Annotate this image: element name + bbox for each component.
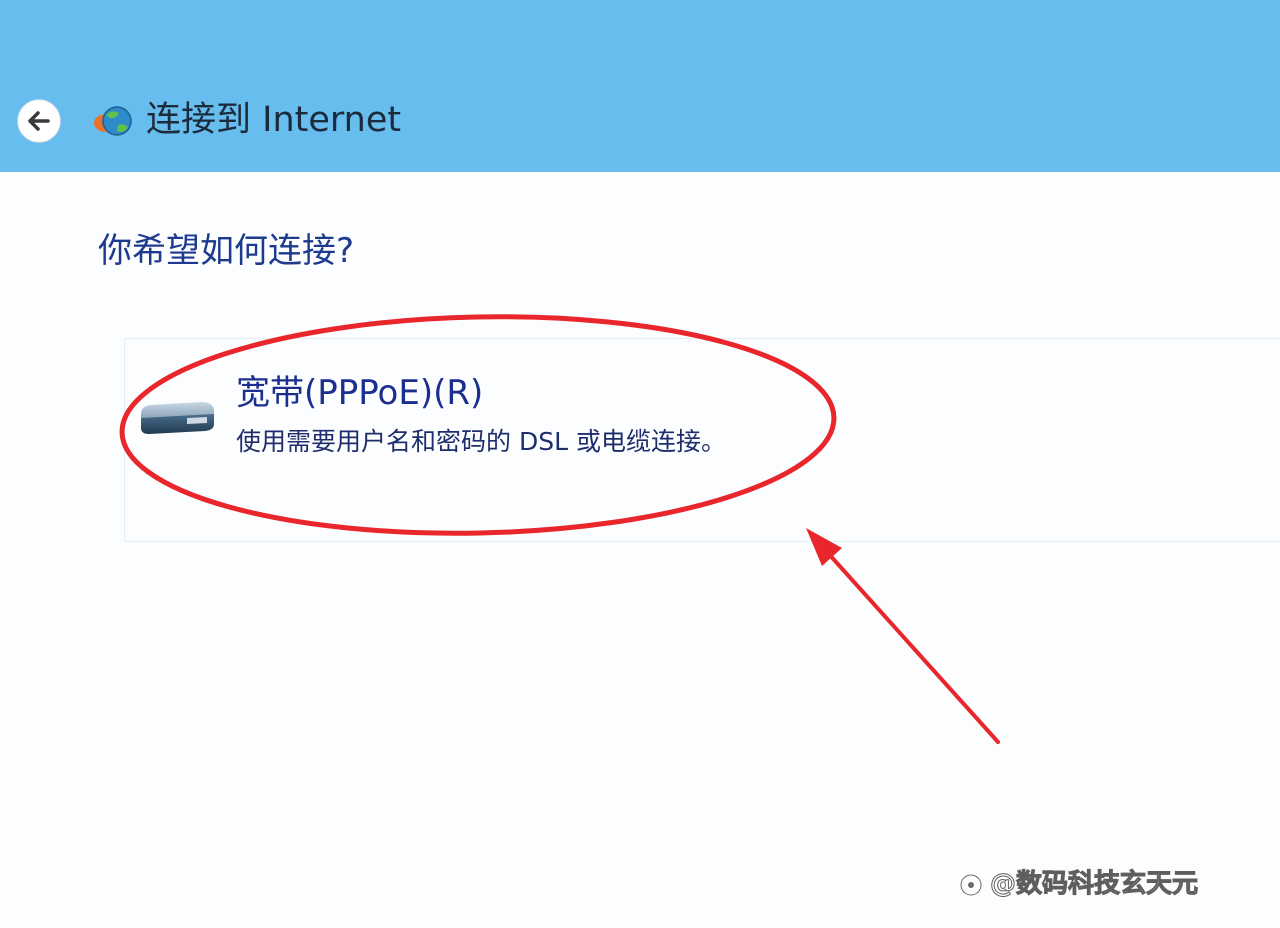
option-description: 使用需要用户名和密码的 DSL 或电缆连接。 <box>236 427 726 456</box>
network-globe-icon <box>94 106 132 136</box>
content-area <box>0 172 1280 928</box>
option-title: 宽带(PPPoE)(R) <box>236 373 484 413</box>
watermark-logo-icon <box>959 873 983 897</box>
broadband-modem-icon <box>141 402 214 434</box>
page-heading: 你希望如何连接? <box>98 231 355 271</box>
watermark-text: @数码科技玄天元 <box>989 869 1199 900</box>
title-bar <box>0 0 1280 172</box>
back-arrow-icon <box>28 111 50 131</box>
window-title: 连接到 Internet <box>146 100 402 140</box>
back-button[interactable] <box>17 99 61 143</box>
